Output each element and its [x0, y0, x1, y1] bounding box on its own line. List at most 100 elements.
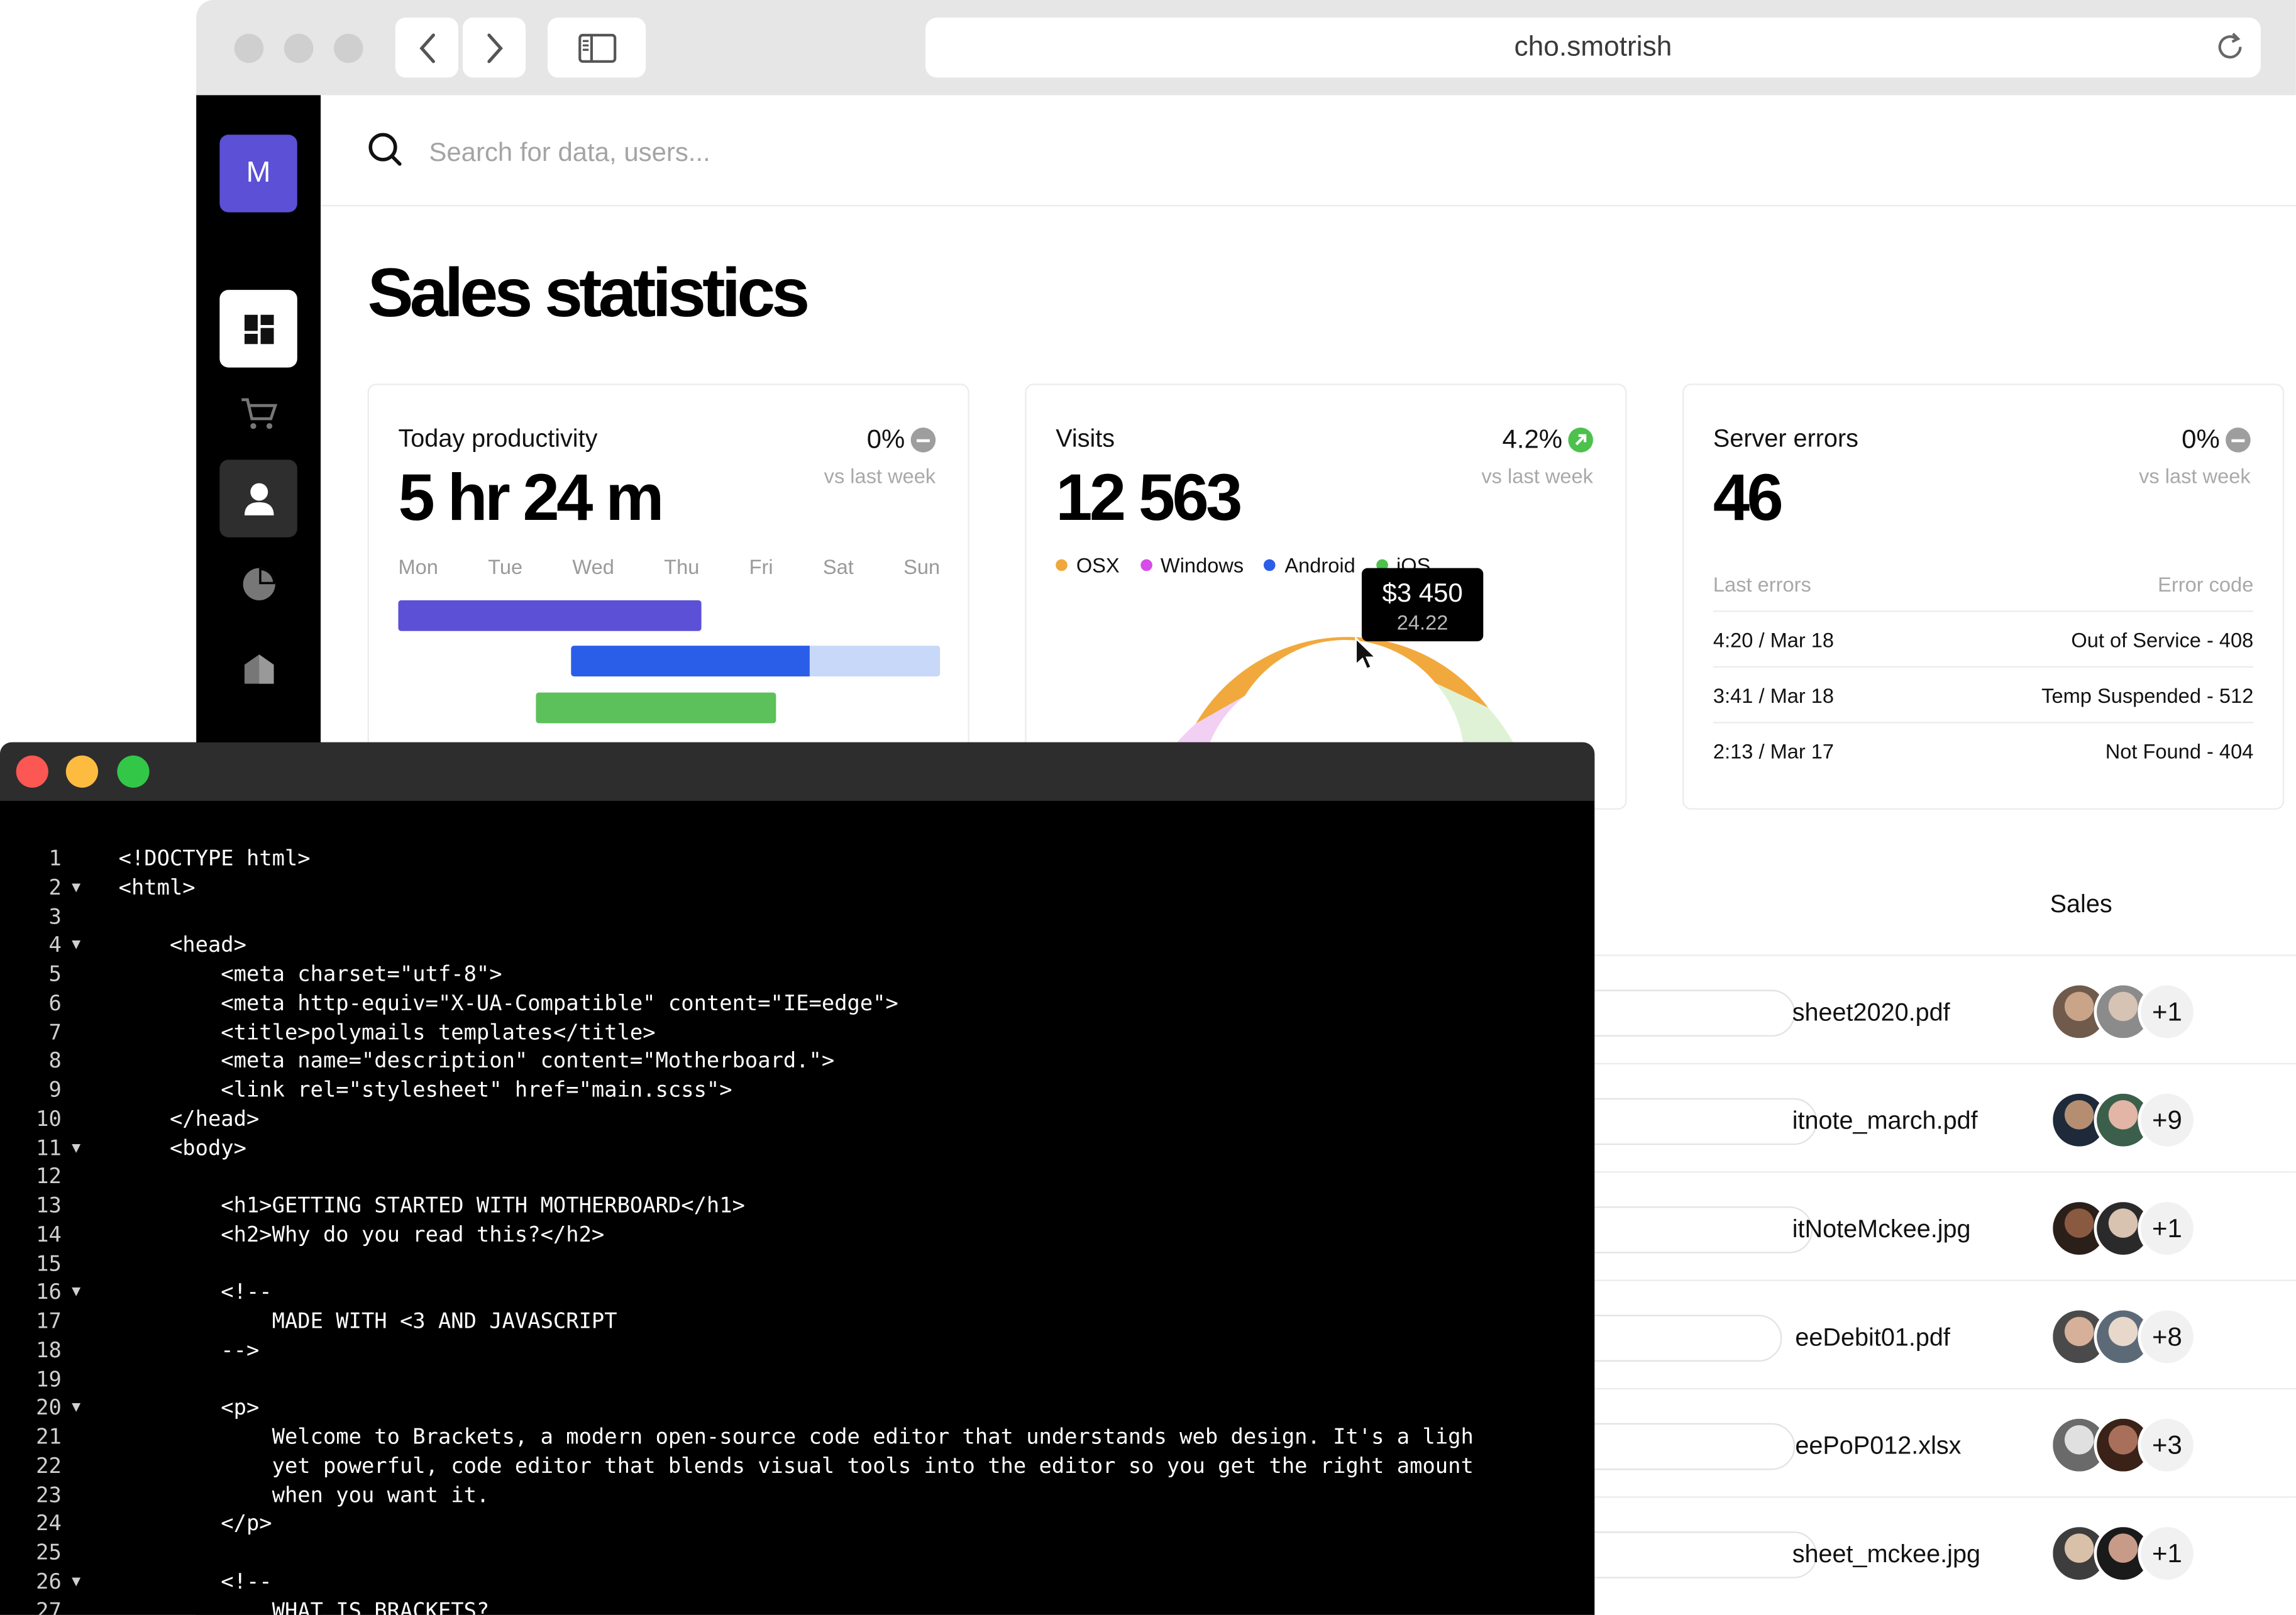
url-text: cho.smotrish — [1514, 31, 1672, 62]
line-number: 18 — [36, 1339, 62, 1363]
weekday-axis: Mon Tue Wed Thu Fri Sat Sun — [398, 555, 940, 578]
line-number: 15 — [36, 1252, 62, 1276]
code-line[interactable]: 19 — [0, 1368, 1594, 1397]
user-icon — [243, 482, 273, 515]
home-icon — [243, 653, 273, 683]
timeline-bar[interactable] — [536, 692, 776, 724]
code-line[interactable]: 22 yet powerful, code editor that blends… — [0, 1455, 1594, 1484]
fold-toggle-icon[interactable]: ▼ — [72, 879, 80, 896]
code-line[interactable]: 24 </p> — [0, 1513, 1594, 1542]
code-line[interactable]: 21 Welcome to Brackets, a modern open-so… — [0, 1426, 1594, 1455]
address-bar[interactable]: cho.smotrish — [925, 17, 2261, 78]
donut-segment-osx[interactable] — [1196, 637, 1489, 724]
code-line[interactable]: 11 ▼ <body> — [0, 1137, 1594, 1166]
search-input[interactable] — [426, 131, 1311, 173]
sales-avatars[interactable]: +1 — [2050, 1524, 2197, 1583]
editor-zoom-button[interactable] — [117, 755, 150, 788]
reload-icon[interactable] — [2214, 31, 2246, 63]
fold-toggle-icon[interactable]: ▼ — [72, 1574, 80, 1590]
code-line[interactable]: 16 ▼ <!-- — [0, 1281, 1594, 1311]
fold-toggle-icon[interactable]: ▼ — [72, 1284, 80, 1301]
code-line[interactable]: 15 — [0, 1252, 1594, 1282]
code-line[interactable]: 12 — [0, 1166, 1594, 1195]
day-label: Wed — [572, 554, 614, 578]
editor-close-button[interactable] — [16, 755, 48, 788]
sidebar-item-users[interactable] — [219, 460, 297, 537]
file-name: eeDebit01.pdf — [1795, 1323, 1950, 1352]
fold-toggle-icon[interactable]: ▼ — [72, 937, 80, 954]
code-line[interactable]: 3 — [0, 905, 1594, 935]
back-button[interactable] — [395, 17, 458, 78]
tooltip-amount: $3 450 — [1382, 578, 1463, 608]
sales-avatars[interactable]: +1 — [2050, 982, 2197, 1041]
fold-toggle-icon[interactable]: ▼ — [72, 1140, 80, 1156]
sales-avatars[interactable]: +3 — [2050, 1416, 2197, 1475]
browser-titlebar: cho.smotrish — [196, 0, 2296, 96]
sales-avatars[interactable]: +1 — [2050, 1199, 2197, 1258]
code-line[interactable]: 8 <meta name="description" content="Moth… — [0, 1050, 1594, 1079]
error-row[interactable]: 3:41 / Mar 18 Temp Suspended - 512 — [1713, 666, 2254, 724]
editor-minimize-button[interactable] — [65, 755, 99, 788]
error-row[interactable]: 2:13 / Mar 17 Not Found - 404 — [1713, 722, 2254, 779]
code-line[interactable]: 4 ▼ <head> — [0, 934, 1594, 964]
app-logo[interactable]: M — [219, 135, 297, 212]
comparison-label: vs last week — [824, 464, 936, 488]
sidebar-item-home[interactable] — [219, 629, 297, 707]
window-close-button[interactable] — [234, 33, 264, 63]
line-number: 13 — [36, 1194, 62, 1218]
code-line[interactable]: 23 when you want it. — [0, 1484, 1594, 1513]
code-line[interactable]: 13 <h1>GETTING STARTED WITH MOTHERBOARD<… — [0, 1194, 1594, 1224]
code-line[interactable]: 7 <title>polymails templates</title> — [0, 1021, 1594, 1050]
more-avatars-count: +1 — [2138, 982, 2197, 1041]
timeline-bar[interactable] — [571, 646, 810, 676]
search-icon — [368, 133, 402, 166]
forward-button[interactable] — [462, 17, 526, 78]
window-minimize-button[interactable] — [284, 33, 314, 63]
line-number: 21 — [36, 1426, 62, 1450]
code-line[interactable]: 10 </head> — [0, 1108, 1594, 1137]
file-name: sheet_mckee.jpg — [1792, 1540, 1981, 1568]
code-text: </p> — [118, 1513, 272, 1536]
code-text: <meta charset="utf-8"> — [118, 963, 502, 987]
donut-segment-ios[interactable] — [1435, 683, 1518, 751]
line-number: 6 — [48, 992, 62, 1016]
code-line[interactable]: 6 <meta http-equiv="X-UA-Compatible" con… — [0, 992, 1594, 1022]
line-number: 2 — [48, 876, 62, 900]
errors-value: 46 — [1713, 460, 1784, 535]
line-number: 26 — [36, 1570, 62, 1594]
code-line[interactable]: 1 <!DOCTYPE html> — [0, 847, 1594, 877]
sidebar-item-reports[interactable] — [219, 544, 297, 622]
code-line[interactable]: 2 ▼ <html> — [0, 876, 1594, 906]
code-line[interactable]: 20 ▼ <p> — [0, 1397, 1594, 1426]
window-zoom-button[interactable] — [334, 33, 363, 63]
code-line[interactable]: 17 MADE WITH <3 AND JAVASCRIPT — [0, 1310, 1594, 1340]
sidebar-toggle-button[interactable] — [548, 17, 646, 78]
logo-letter: M — [246, 157, 271, 189]
code-line[interactable]: 9 <link rel="stylesheet" href="main.scss… — [0, 1079, 1594, 1108]
line-number: 10 — [36, 1108, 62, 1132]
code-line[interactable]: 14 <h2>Why do you read this?</h2> — [0, 1223, 1594, 1253]
card-title: Server errors — [1713, 424, 1858, 453]
fold-toggle-icon[interactable]: ▼ — [72, 1400, 80, 1416]
server-errors-card: Server errors 0% vs last week 46 Last er… — [1682, 383, 2285, 810]
neutral-change-icon — [2226, 427, 2251, 453]
sidebar-item-dashboard[interactable] — [219, 290, 297, 368]
sales-avatars[interactable]: +8 — [2050, 1307, 2197, 1366]
code-line[interactable]: 27 WHAT IS BRACKETS? — [0, 1599, 1594, 1614]
line-number: 23 — [36, 1484, 62, 1508]
sales-avatars[interactable]: +9 — [2050, 1091, 2197, 1150]
dashboard-icon — [243, 314, 273, 344]
error-row[interactable]: 4:20 / Mar 18 Out of Service - 408 — [1713, 610, 2254, 668]
code-line[interactable]: 25 — [0, 1541, 1594, 1571]
code-text: <!-- — [118, 1281, 272, 1305]
code-line[interactable]: 18 --> — [0, 1339, 1594, 1369]
chevron-left-icon — [419, 33, 434, 63]
sidebar-item-cart[interactable] — [219, 375, 297, 452]
code-line[interactable]: 26 ▼ <!-- — [0, 1570, 1594, 1600]
code-area[interactable]: 1 <!DOCTYPE html> 2 ▼ <html> 3 4 ▼ <head> 5 <met… — [0, 839, 1594, 1614]
line-number: 7 — [48, 1021, 62, 1045]
search-bar — [321, 95, 2296, 207]
code-line[interactable]: 5 <meta charset="utf-8"> — [0, 963, 1594, 993]
cart-icon — [241, 397, 277, 429]
timeline-bar[interactable] — [398, 600, 702, 631]
